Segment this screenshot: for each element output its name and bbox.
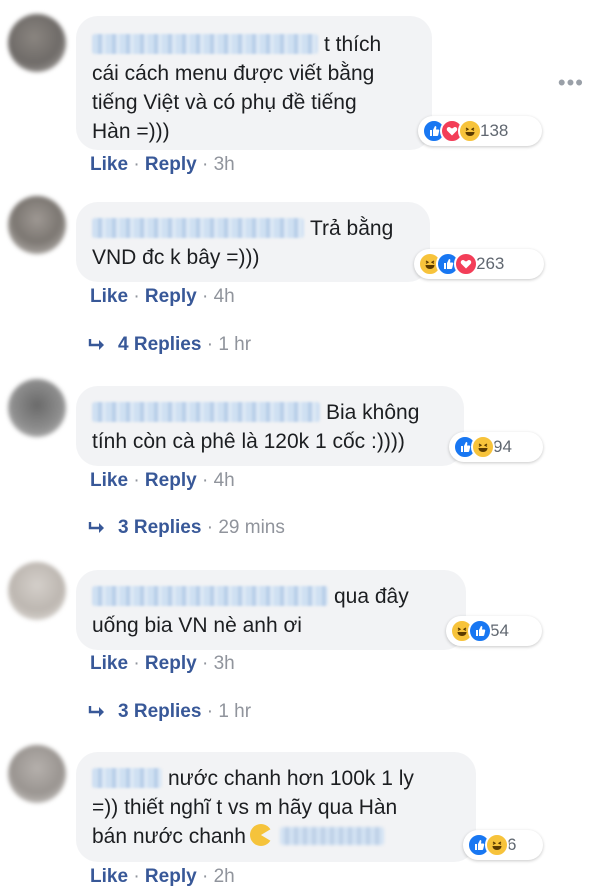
separator: ·: [201, 154, 214, 175]
like-link[interactable]: Like: [90, 653, 128, 674]
author-name[interactable]: [92, 218, 304, 238]
like-link[interactable]: Like: [90, 470, 128, 491]
comment-bubble: t thích cái cách menu được viết bằng tiế…: [76, 16, 432, 150]
avatar[interactable]: [8, 14, 66, 72]
haha-icon: [458, 119, 482, 143]
author-name[interactable]: [92, 586, 328, 606]
separator: ·: [133, 154, 145, 175]
comment-text-line: t thích: [324, 33, 382, 56]
comment-bubble: Trả bằng VND đc k bây =))): [76, 202, 430, 282]
haha-icon: [471, 435, 495, 459]
replies-count[interactable]: 3 Replies: [118, 701, 201, 723]
author-name[interactable]: [92, 34, 318, 54]
haha-icon: [485, 833, 509, 857]
more-options-icon[interactable]: •••: [558, 70, 584, 96]
reactions-summary[interactable]: 138: [418, 116, 542, 146]
like-link[interactable]: Like: [90, 286, 128, 307]
mentioned-name[interactable]: [279, 827, 384, 845]
timestamp[interactable]: 3h: [214, 154, 235, 175]
timestamp[interactable]: 2h: [214, 866, 235, 887]
reaction-count: 54: [490, 621, 509, 640]
author-name[interactable]: [92, 402, 320, 422]
avatar[interactable]: [8, 745, 66, 803]
comment-bubble: qua đây uống bia VN nè anh ơi: [76, 570, 466, 650]
separator: ·: [201, 701, 219, 722]
comment-text-line: Hàn =))): [92, 120, 170, 143]
comment-text-line: =)) thiết nghĩ t vs m hãy qua Hàn: [92, 796, 398, 819]
timestamp[interactable]: 4h: [214, 286, 235, 307]
separator: ·: [201, 866, 214, 887]
reactions-summary[interactable]: 263: [414, 249, 544, 279]
like-link[interactable]: Like: [90, 154, 128, 175]
reply-link[interactable]: Reply: [145, 286, 197, 307]
replies-time: 1 hr: [218, 701, 252, 722]
timestamp[interactable]: 4h: [214, 470, 235, 491]
author-name[interactable]: [92, 768, 162, 788]
reactions-summary[interactable]: 54: [446, 616, 542, 646]
avatar[interactable]: [8, 562, 66, 620]
replies-count[interactable]: 4 Replies: [118, 334, 201, 356]
separator: ·: [133, 470, 145, 491]
comment-actions: Like · Reply · 2h: [90, 866, 235, 888]
reaction-count: 138: [480, 121, 509, 140]
reactions-summary[interactable]: 94: [449, 432, 543, 462]
reactions-summary[interactable]: 6: [463, 830, 543, 860]
separator: ·: [133, 653, 145, 674]
like-icon: [468, 619, 492, 643]
comment-text-line: bán nước chanh: [92, 825, 246, 848]
comment-actions: Like · Reply · 3h: [90, 154, 235, 176]
view-replies[interactable]: 3 Replies · 1 hr: [88, 701, 251, 723]
separator: ·: [201, 334, 219, 355]
reaction-count: 263: [476, 254, 505, 273]
comment-text-line: Bia không: [326, 401, 420, 424]
comment-actions: Like · Reply · 4h: [90, 470, 235, 492]
avatar[interactable]: [8, 196, 66, 254]
comment-text-line: qua đây: [334, 585, 409, 608]
comment-text-line: cái cách menu được viết bằng: [92, 62, 375, 85]
comment-text-line: tính còn cà phê là 120k 1 cốc :)))): [92, 430, 405, 453]
separator: ·: [133, 286, 145, 307]
reaction-count: 94: [493, 437, 512, 456]
comment-actions: Like · Reply · 4h: [90, 286, 235, 308]
avatar[interactable]: [8, 379, 66, 437]
reply-arrow-icon: [88, 339, 104, 350]
separator: ·: [201, 286, 214, 307]
comment-bubble: Bia không tính còn cà phê là 120k 1 cốc …: [76, 386, 464, 466]
love-icon: [454, 252, 478, 276]
comment-text-line: tiếng Việt và có phụ đề tiếng: [92, 91, 357, 114]
separator: ·: [201, 517, 219, 538]
replies-time: 29 mins: [218, 517, 285, 538]
comment-text-line: uống bia VN nè anh ơi: [92, 614, 302, 637]
view-replies[interactable]: 4 Replies · 1 hr: [88, 334, 251, 356]
comment-text-line: Trả bằng: [310, 217, 394, 240]
reply-arrow-icon: [88, 522, 104, 533]
pacman-emoji-icon: [249, 824, 272, 846]
comment-bubble: nước chanh hơn 100k 1 ly =)) thiết nghĩ …: [76, 752, 476, 862]
reply-link[interactable]: Reply: [145, 154, 197, 175]
reply-arrow-icon: [88, 706, 104, 717]
reply-link[interactable]: Reply: [145, 653, 197, 674]
timestamp[interactable]: 3h: [214, 653, 235, 674]
separator: ·: [201, 653, 214, 674]
like-link[interactable]: Like: [90, 866, 128, 887]
comment-text-line: nước chanh hơn 100k 1 ly: [168, 767, 414, 790]
reply-link[interactable]: Reply: [145, 470, 197, 491]
replies-time: 1 hr: [218, 334, 252, 355]
view-replies[interactable]: 3 Replies · 29 mins: [88, 517, 285, 539]
separator: ·: [133, 866, 145, 887]
comment-actions: Like · Reply · 3h: [90, 653, 235, 675]
replies-count[interactable]: 3 Replies: [118, 517, 201, 539]
comment-text-line: VND đc k bây =))): [92, 246, 260, 269]
separator: ·: [201, 470, 214, 491]
reply-link[interactable]: Reply: [145, 866, 197, 887]
